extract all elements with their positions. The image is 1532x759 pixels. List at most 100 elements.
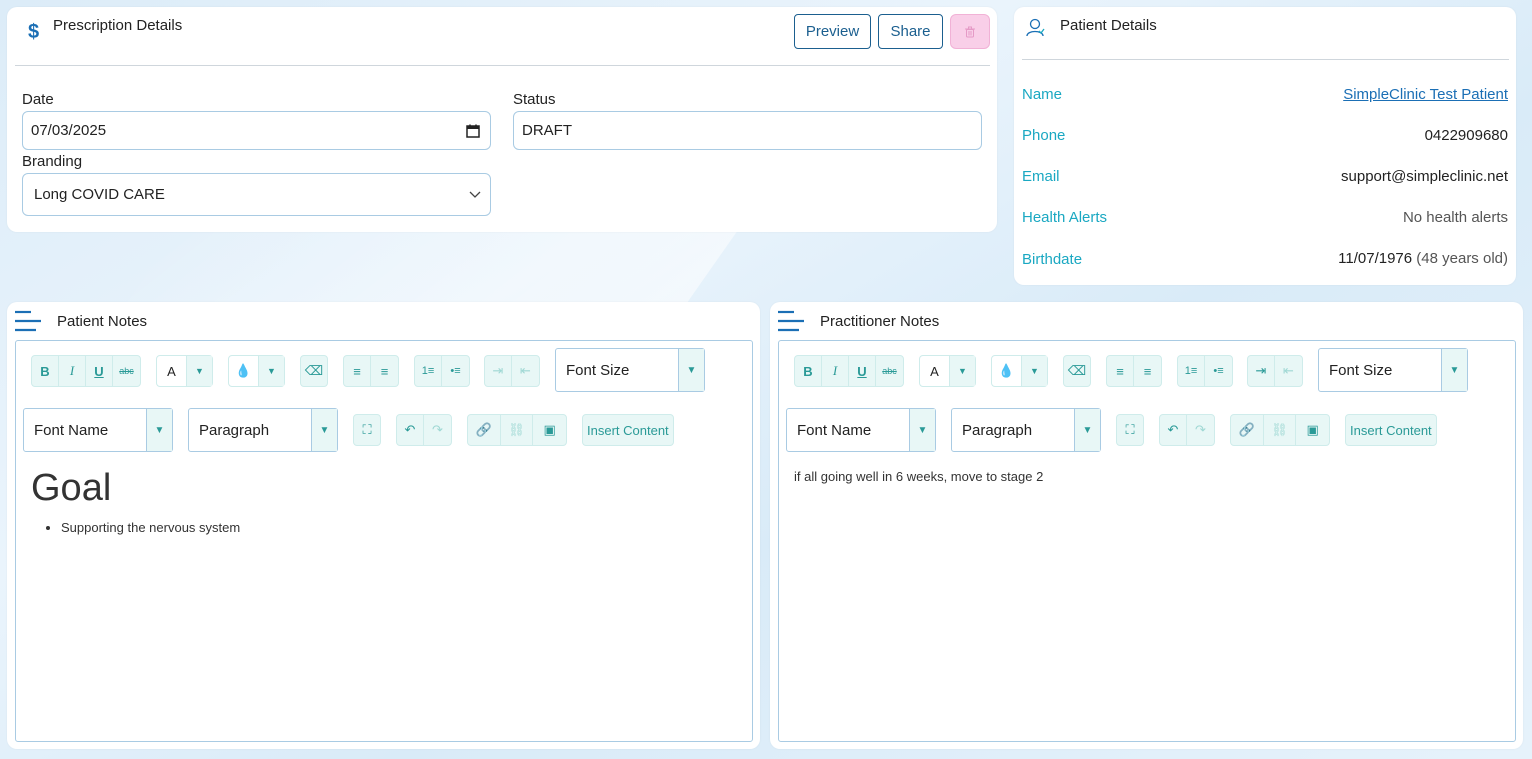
link-group: 🔗 ⛓ ▣ — [1230, 414, 1330, 446]
content-heading: Goal — [31, 467, 112, 509]
eraser-icon[interactable]: ⌫ — [301, 356, 327, 386]
font-size-select[interactable]: Font Size ▼ — [555, 348, 705, 392]
content-bullet-list: Supporting the nervous system — [31, 520, 240, 535]
birthdate-value: 11/07/1976 — [1338, 250, 1413, 267]
fullscreen-group: ⛶ — [1116, 414, 1144, 446]
indent-group: ⇥ ⇤ — [1247, 355, 1303, 387]
font-name-dropdown-icon[interactable]: ▼ — [146, 409, 172, 451]
align-center-icon[interactable]: ≡ — [371, 356, 398, 386]
outdent-icon[interactable]: ⇤ — [1275, 356, 1302, 386]
patient-notes-editor[interactable]: B I U abc A ▼ 💧 ▼ ⌫ ≡ ≡ 1≡ •≡ ⇥ ⇤ Font S… — [15, 340, 753, 742]
unlink-icon[interactable]: ⛓ — [1264, 415, 1297, 445]
clear-format-group: ⌫ — [1063, 355, 1091, 387]
date-value: 07/03/2025 — [31, 122, 107, 139]
branding-value: Long COVID CARE — [34, 186, 165, 203]
bold-button[interactable]: B — [795, 356, 822, 386]
underline-button[interactable]: U — [849, 356, 876, 386]
redo-icon[interactable]: ↷ — [1187, 415, 1214, 445]
paragraph-label: Paragraph — [199, 421, 270, 439]
share-button[interactable]: Share — [878, 14, 943, 49]
font-name-dropdown-icon[interactable]: ▼ — [909, 409, 935, 451]
ordered-list-icon[interactable]: 1≡ — [1178, 356, 1205, 386]
phone-value: 0422909680 — [1424, 127, 1508, 144]
branding-select[interactable]: Long COVID CARE — [22, 173, 491, 216]
font-color-group: A ▼ — [919, 355, 976, 387]
indent-icon[interactable]: ⇥ — [485, 356, 512, 386]
insert-content-button[interactable]: Insert Content — [1345, 414, 1437, 446]
align-group: ≡ ≡ — [343, 355, 399, 387]
link-group: 🔗 ⛓ ▣ — [467, 414, 567, 446]
font-color-group: A ▼ — [156, 355, 213, 387]
align-left-icon[interactable]: ≡ — [344, 356, 371, 386]
prescription-details-card: $ Prescription Details Preview Share Dat… — [7, 7, 997, 232]
font-size-select[interactable]: Font Size ▼ — [1318, 348, 1468, 392]
undo-icon[interactable]: ↶ — [1160, 415, 1187, 445]
fill-color-dropdown[interactable]: ▼ — [259, 356, 284, 386]
outdent-icon[interactable]: ⇤ — [512, 356, 539, 386]
email-label: Email — [1022, 168, 1060, 185]
patient-details-card: Patient Details Name SimpleClinic Test P… — [1014, 7, 1516, 285]
font-color-icon[interactable]: A — [157, 356, 187, 386]
link-icon[interactable]: 🔗 — [468, 415, 501, 445]
calendar-icon[interactable] — [466, 124, 480, 138]
date-input[interactable]: 07/03/2025 — [22, 111, 491, 150]
font-color-icon[interactable]: A — [920, 356, 950, 386]
paragraph-select[interactable]: Paragraph ▼ — [188, 408, 338, 452]
redo-icon[interactable]: ↷ — [424, 415, 451, 445]
image-icon[interactable]: ▣ — [1296, 415, 1329, 445]
link-icon[interactable]: 🔗 — [1231, 415, 1264, 445]
underline-button[interactable]: U — [86, 356, 113, 386]
patient-notes-title: Patient Notes — [57, 313, 148, 330]
font-size-dropdown-icon[interactable]: ▼ — [1441, 349, 1467, 391]
font-size-dropdown-icon[interactable]: ▼ — [678, 349, 704, 391]
header-divider — [15, 65, 990, 66]
content-paragraph: if all going well in 6 weeks, move to st… — [794, 469, 1044, 484]
unlink-icon[interactable]: ⛓ — [501, 415, 534, 445]
birthdate-label: Birthdate — [1022, 251, 1083, 268]
fill-color-icon[interactable]: 💧 — [229, 356, 259, 386]
background-decoration — [121, 230, 739, 310]
fill-color-dropdown[interactable]: ▼ — [1022, 356, 1047, 386]
format-group: B I U abc — [31, 355, 141, 387]
indent-icon[interactable]: ⇥ — [1248, 356, 1275, 386]
ordered-list-icon[interactable]: 1≡ — [415, 356, 442, 386]
status-input[interactable]: DRAFT — [513, 111, 982, 150]
align-left-icon[interactable]: ≡ — [1107, 356, 1134, 386]
fill-color-icon[interactable]: 💧 — [992, 356, 1022, 386]
paragraph-select[interactable]: Paragraph ▼ — [951, 408, 1101, 452]
font-color-dropdown[interactable]: ▼ — [187, 356, 212, 386]
unordered-list-icon[interactable]: •≡ — [1205, 356, 1232, 386]
patient-notes-card: Patient Notes B I U abc A ▼ 💧 ▼ ⌫ ≡ ≡ 1≡… — [7, 302, 760, 749]
italic-button[interactable]: I — [822, 356, 849, 386]
list-item: Supporting the nervous system — [61, 520, 240, 535]
font-color-dropdown[interactable]: ▼ — [950, 356, 975, 386]
practitioner-notes-title: Practitioner Notes — [820, 313, 940, 330]
image-icon[interactable]: ▣ — [533, 415, 566, 445]
fullscreen-icon[interactable]: ⛶ — [1117, 415, 1143, 445]
preview-button[interactable]: Preview — [794, 14, 871, 49]
undo-icon[interactable]: ↶ — [397, 415, 424, 445]
delete-button[interactable] — [950, 14, 990, 49]
date-label: Date — [22, 91, 54, 108]
fullscreen-group: ⛶ — [353, 414, 381, 446]
font-name-select[interactable]: Font Name ▼ — [23, 408, 173, 452]
patient-name-link[interactable]: SimpleClinic Test Patient — [1343, 86, 1508, 103]
dollar-icon: $ — [28, 21, 40, 43]
unordered-list-icon[interactable]: •≡ — [442, 356, 469, 386]
italic-button[interactable]: I — [59, 356, 86, 386]
paragraph-dropdown-icon[interactable]: ▼ — [311, 409, 337, 451]
email-value: support@simpleclinic.net — [1341, 168, 1508, 185]
strikethrough-button[interactable]: abc — [876, 356, 903, 386]
font-name-select[interactable]: Font Name ▼ — [786, 408, 936, 452]
align-center-icon[interactable]: ≡ — [1134, 356, 1161, 386]
bold-button[interactable]: B — [32, 356, 59, 386]
paragraph-dropdown-icon[interactable]: ▼ — [1074, 409, 1100, 451]
fullscreen-icon[interactable]: ⛶ — [354, 415, 380, 445]
insert-content-button[interactable]: Insert Content — [582, 414, 674, 446]
health-alerts-label: Health Alerts — [1022, 209, 1108, 226]
practitioner-notes-editor[interactable]: B I U abc A ▼ 💧 ▼ ⌫ ≡ ≡ 1≡ •≡ ⇥ ⇤ Font S… — [778, 340, 1516, 742]
strikethrough-button[interactable]: abc — [113, 356, 140, 386]
health-alerts-value: No health alerts — [1402, 209, 1508, 226]
eraser-icon[interactable]: ⌫ — [1064, 356, 1090, 386]
menu-icon — [778, 310, 804, 332]
